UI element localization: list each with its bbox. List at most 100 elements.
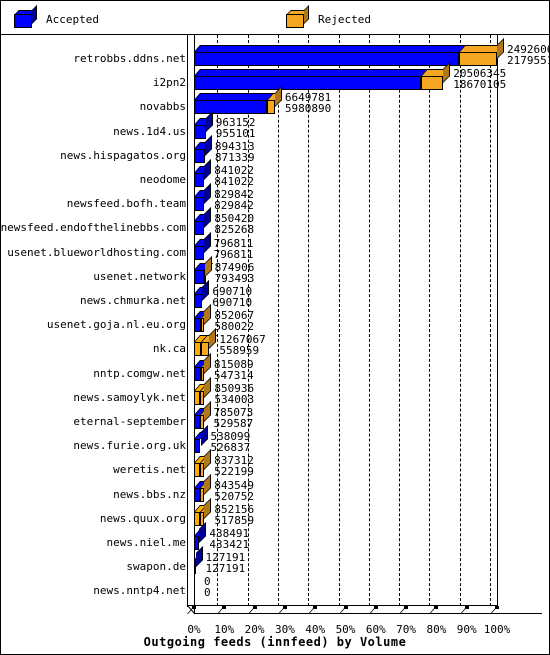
gridline — [308, 35, 310, 606]
category-label: usenet.network — [93, 269, 186, 283]
bar-value-accepted: 517859 — [214, 513, 255, 527]
bar-segment-accepted[interactable] — [194, 166, 212, 187]
bar-value-labels: 850420 825268 — [214, 213, 254, 235]
legend-item-accepted: Accepted — [14, 5, 99, 30]
plot-area: 24926069217955132050634518670105 66497815… — [1, 35, 549, 654]
bar-value-accepted: 793493 — [214, 271, 255, 285]
bar-segment-accepted[interactable] — [194, 117, 213, 139]
bar-value-labels: 2492606921795513 — [507, 44, 549, 66]
x-axis-tick — [217, 606, 227, 614]
bar-value-labels: 1267067 558959 — [219, 334, 265, 356]
bar-side-face — [204, 473, 212, 495]
bar-value-accepted: 825268 — [214, 223, 255, 237]
x-axis-tick — [338, 606, 348, 614]
bar-value-labels: 815089 547314 — [214, 359, 254, 381]
bar-segment-accepted[interactable] — [194, 69, 429, 91]
bar-value-accepted: 841022 — [214, 175, 254, 188]
stacked-bar[interactable] — [194, 255, 213, 284]
bar-segment-rejected[interactable] — [420, 69, 451, 91]
bar-value-labels: 538099 526837 — [211, 431, 251, 453]
bar-value-labels: 852156 517859 — [214, 504, 254, 526]
gridline — [429, 35, 431, 606]
stacked-bar[interactable] — [194, 376, 212, 405]
stacked-bar[interactable] — [194, 304, 212, 333]
category-label: news.niel.me — [106, 536, 186, 549]
category-label: weretis.net — [113, 463, 186, 477]
legend-label-accepted: Accepted — [46, 12, 99, 26]
category-label: nntp.comgw.net — [93, 366, 186, 380]
bar-value-accepted: 534003 — [214, 392, 255, 406]
stacked-bar[interactable] — [194, 473, 212, 502]
bar-top-face — [194, 69, 429, 77]
bar-value-accepted: 580022 — [214, 320, 255, 334]
bar-top-face — [194, 45, 467, 52]
bar-side-face — [203, 231, 211, 253]
bar-segment-accepted[interactable] — [194, 190, 212, 212]
stacked-bar[interactable] — [194, 328, 217, 357]
category-label: eternal-september — [73, 415, 186, 428]
bar-side-face — [204, 207, 212, 229]
stacked-bar[interactable] — [194, 280, 210, 308]
bar-value-labels: 20506345 18670105 — [453, 68, 506, 90]
legend-item-rejected: Rejected — [286, 5, 371, 30]
x-axis-tick — [368, 606, 378, 614]
bar-segment-rejected[interactable] — [458, 45, 505, 66]
stacked-bar[interactable] — [194, 401, 211, 429]
bar-segment-accepted[interactable] — [194, 335, 208, 357]
stacked-bar[interactable] — [194, 231, 211, 260]
gridline — [368, 35, 370, 606]
bar-value-labels: 829842 829842 — [214, 189, 254, 211]
stacked-bar[interactable] — [194, 134, 212, 163]
bar-value-labels: 837312 522199 — [214, 455, 254, 477]
bar-segment-accepted[interactable] — [194, 45, 467, 66]
bar-value-labels: 874906 793493 — [215, 262, 255, 284]
bar-value-accepted: 529587 — [213, 417, 254, 430]
bar-value-accepted: 955101 — [215, 126, 256, 140]
chart-legend: Accepted Rejected — [1, 1, 549, 35]
stacked-bar[interactable] — [194, 207, 212, 236]
category-label: swapon.de — [126, 560, 186, 574]
gridline — [399, 35, 401, 606]
stacked-bar[interactable] — [194, 38, 505, 66]
bar-side-face — [204, 134, 212, 156]
category-label: usenet.blueworldhosting.com — [7, 245, 186, 259]
bar-segment-accepted[interactable] — [194, 311, 209, 333]
bar-segment-accepted[interactable] — [194, 262, 211, 284]
bar-value-total: 963152 — [215, 115, 256, 129]
bar-side-face — [497, 38, 504, 59]
bar-segment-rejected[interactable] — [266, 93, 282, 115]
stacked-bar[interactable] — [194, 352, 211, 381]
stacked-bar[interactable] — [194, 62, 451, 91]
gridline — [338, 35, 340, 606]
bar-value-accepted: 526837 — [210, 441, 251, 455]
stacked-bar[interactable] — [194, 159, 212, 187]
bar-value-total: 815089 — [213, 357, 254, 371]
bar-segment-accepted[interactable] — [194, 238, 211, 260]
category-label: news.quux.org — [99, 511, 186, 525]
category-label: usenet.goja.nl.eu.org — [46, 318, 186, 332]
axis-back-edge — [187, 35, 188, 607]
category-label: novabbs — [139, 100, 186, 114]
stacked-bar[interactable] — [194, 449, 212, 478]
bar-side-face — [203, 401, 211, 422]
stacked-bar[interactable] — [194, 183, 212, 212]
bar-value-total: 796811 — [213, 236, 254, 250]
stacked-bar[interactable] — [194, 110, 213, 139]
bar-side-face — [204, 449, 212, 471]
gridline — [459, 35, 461, 606]
bar-value-accepted: 871339 — [214, 150, 255, 164]
legend-label-rejected: Rejected — [318, 12, 371, 26]
bar-value-labels: 785073 529587 — [214, 407, 254, 429]
category-label: news.1d4.us — [113, 124, 186, 138]
bar-segment-accepted[interactable] — [194, 93, 274, 115]
stacked-bar[interactable] — [194, 86, 282, 115]
bar-side-face — [204, 255, 212, 277]
bar-value-accepted: 127191 — [205, 562, 246, 576]
category-label: newsfeed.bofh.team — [66, 197, 186, 211]
bar-value-accepted: 796811 — [213, 247, 254, 261]
x-axis-tick — [277, 606, 287, 614]
bar-segment-accepted[interactable] — [194, 214, 212, 236]
bar-value-labels: 00 — [204, 576, 211, 598]
bar-value-labels: 850936 534003 — [214, 383, 254, 405]
bar-segment-accepted[interactable] — [194, 141, 212, 163]
